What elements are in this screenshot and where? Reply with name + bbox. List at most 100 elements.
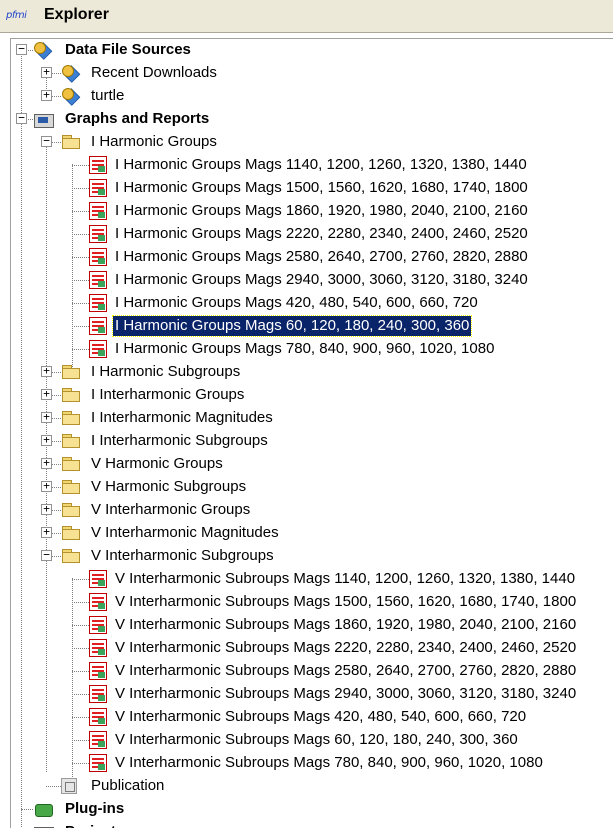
tree-connector-line xyxy=(72,349,89,350)
expand-icon[interactable]: + xyxy=(41,412,52,423)
tree-row[interactable]: Publication xyxy=(11,775,611,798)
tree-row[interactable]: Plug-ins xyxy=(11,798,611,821)
report-item-label[interactable]: V Interharmonic Subroups Mags 2940, 3000… xyxy=(113,684,578,704)
tree-row[interactable]: V Interharmonic Subroups Mags 1500, 1560… xyxy=(11,591,611,614)
data-source-icon xyxy=(33,41,53,59)
tree-row[interactable]: I Harmonic Groups Mags 780, 840, 900, 96… xyxy=(11,338,611,361)
folder-item-label[interactable]: V Harmonic Subgroups xyxy=(89,477,248,497)
tree-row[interactable]: + V Interharmonic Magnitudes xyxy=(11,522,611,545)
tree-row[interactable]: − V Interharmonic Subgroups xyxy=(11,545,611,568)
report-item-label[interactable]: I Harmonic Groups Mags 420, 480, 540, 60… xyxy=(113,293,480,313)
report-item-label[interactable]: V Interharmonic Subroups Mags 2220, 2280… xyxy=(113,638,578,658)
folder-item-label[interactable]: V Interharmonic Magnitudes xyxy=(89,523,281,543)
tree-row[interactable]: V Interharmonic Subroups Mags 420, 480, … xyxy=(11,706,611,729)
tree-row[interactable]: V Interharmonic Subroups Mags 780, 840, … xyxy=(11,752,611,775)
collapse-icon[interactable]: − xyxy=(16,113,27,124)
expand-icon[interactable]: + xyxy=(41,504,52,515)
tree-row[interactable]: I Harmonic Groups Mags 1500, 1560, 1620,… xyxy=(11,177,611,200)
tree-connector-line xyxy=(72,717,89,718)
report-item-label[interactable]: I Harmonic Groups Mags 60, 120, 180, 240… xyxy=(113,316,471,336)
collapse-icon[interactable]: − xyxy=(41,136,52,147)
report-item-label[interactable]: I Harmonic Groups Mags 780, 840, 900, 96… xyxy=(113,339,496,359)
report-item-label[interactable]: V Interharmonic Subroups Mags 780, 840, … xyxy=(113,753,545,773)
expand-icon[interactable]: + xyxy=(41,366,52,377)
tree-connector-line xyxy=(72,648,89,649)
expand-icon[interactable]: + xyxy=(41,67,52,78)
folder-item-label[interactable]: V Harmonic Groups xyxy=(89,454,225,474)
tree-row[interactable]: + I Interharmonic Groups xyxy=(11,384,611,407)
tree-row[interactable]: V Interharmonic Subroups Mags 1140, 1200… xyxy=(11,568,611,591)
tree-connector-line xyxy=(72,625,89,626)
folder-v-interharmonic-subgroups-label[interactable]: V Interharmonic Subgroups xyxy=(89,546,276,566)
folder-item-label[interactable]: I Interharmonic Subgroups xyxy=(89,431,270,451)
tree-row[interactable]: I Harmonic Groups Mags 2580, 2640, 2700,… xyxy=(11,246,611,269)
report-item-label[interactable]: V Interharmonic Subroups Mags 1860, 1920… xyxy=(113,615,578,635)
expand-icon[interactable]: + xyxy=(41,435,52,446)
folder-icon xyxy=(61,363,81,381)
report-item-label[interactable]: I Harmonic Groups Mags 1860, 1920, 1980,… xyxy=(113,201,530,221)
folder-icon xyxy=(61,478,81,496)
report-item-label[interactable]: I Harmonic Groups Mags 2580, 2640, 2700,… xyxy=(113,247,530,267)
tree-row[interactable]: + Recent Downloads xyxy=(11,62,611,85)
report-item-label[interactable]: I Harmonic Groups Mags 2940, 3000, 3060,… xyxy=(113,270,530,290)
tree-row[interactable]: + I Interharmonic Subgroups xyxy=(11,430,611,453)
folder-item-label[interactable]: V Interharmonic Groups xyxy=(89,500,252,520)
report-item-label[interactable]: I Harmonic Groups Mags 1500, 1560, 1620,… xyxy=(113,178,530,198)
folder-item-label[interactable]: I Interharmonic Groups xyxy=(89,385,246,405)
expand-icon[interactable]: + xyxy=(41,90,52,101)
data-file-sources-label[interactable]: Data File Sources xyxy=(63,40,193,60)
tree-row[interactable]: V Interharmonic Subroups Mags 2220, 2280… xyxy=(11,637,611,660)
tree-connector-line xyxy=(72,211,89,212)
folder-i-harmonic-groups-label[interactable]: I Harmonic Groups xyxy=(89,132,219,152)
expand-icon[interactable]: + xyxy=(41,458,52,469)
tree-connector-line xyxy=(72,671,89,672)
report-item-label[interactable]: V Interharmonic Subroups Mags 1140, 1200… xyxy=(113,569,577,589)
report-item-label[interactable]: V Interharmonic Subroups Mags 420, 480, … xyxy=(113,707,528,727)
report-icon xyxy=(89,179,107,197)
tree-row[interactable]: I Harmonic Groups Mags 60, 120, 180, 240… xyxy=(11,315,611,338)
tree-row[interactable]: + V Harmonic Subgroups xyxy=(11,476,611,499)
tree-row[interactable]: − Graphs and Reports xyxy=(11,108,611,131)
tree-row[interactable]: V Interharmonic Subroups Mags 2940, 3000… xyxy=(11,683,611,706)
tree-row[interactable]: − I Harmonic Groups xyxy=(11,131,611,154)
expand-icon[interactable]: + xyxy=(41,481,52,492)
data-source-icon xyxy=(61,87,81,105)
report-icon xyxy=(89,317,107,335)
graphs-and-reports-label[interactable]: Graphs and Reports xyxy=(63,109,211,129)
report-item-label[interactable]: V Interharmonic Subroups Mags 60, 120, 1… xyxy=(113,730,520,750)
tree-row[interactable]: V Interharmonic Subroups Mags 1860, 1920… xyxy=(11,614,611,637)
plugins-node-label[interactable]: Plug-ins xyxy=(63,799,126,819)
publication-item-label[interactable]: Publication xyxy=(89,776,166,796)
tree-row[interactable]: I Harmonic Groups Mags 420, 480, 540, 60… xyxy=(11,292,611,315)
tree-row[interactable]: I Harmonic Groups Mags 2940, 3000, 3060,… xyxy=(11,269,611,292)
collapse-icon[interactable]: − xyxy=(41,550,52,561)
report-item-label[interactable]: V Interharmonic Subroups Mags 2580, 2640… xyxy=(113,661,578,681)
tree-row[interactable]: − Data File Sources xyxy=(11,39,611,62)
tree-row[interactable]: I Harmonic Groups Mags 2220, 2280, 2340,… xyxy=(11,223,611,246)
explorer-tree[interactable]: − Data File Sources + Recent Downloads + turt… xyxy=(10,38,613,828)
projects-node-label[interactable]: Projects xyxy=(63,822,126,828)
tree-row[interactable]: + turtle xyxy=(11,85,611,108)
folder-item-label[interactable]: I Harmonic Subgroups xyxy=(89,362,242,382)
tree-row[interactable]: I Harmonic Groups Mags 1140, 1200, 1260,… xyxy=(11,154,611,177)
expand-icon[interactable]: + xyxy=(41,527,52,538)
tree-row[interactable]: V Interharmonic Subroups Mags 2580, 2640… xyxy=(11,660,611,683)
folder-item-label[interactable]: I Interharmonic Magnitudes xyxy=(89,408,275,428)
report-item-label[interactable]: V Interharmonic Subroups Mags 1500, 1560… xyxy=(113,592,578,612)
report-icon xyxy=(89,570,107,588)
data-source-item-label[interactable]: Recent Downloads xyxy=(89,63,219,83)
report-item-label[interactable]: I Harmonic Groups Mags 1140, 1200, 1260,… xyxy=(113,155,529,175)
data-source-item-label[interactable]: turtle xyxy=(89,86,126,106)
report-icon xyxy=(89,248,107,266)
tree-row[interactable]: + V Interharmonic Groups xyxy=(11,499,611,522)
collapse-icon[interactable]: − xyxy=(16,44,27,55)
tree-row[interactable]: + I Harmonic Subgroups xyxy=(11,361,611,384)
tree-row[interactable]: Projects xyxy=(11,821,611,828)
report-icon xyxy=(89,593,107,611)
tree-row[interactable]: + I Interharmonic Magnitudes xyxy=(11,407,611,430)
report-item-label[interactable]: I Harmonic Groups Mags 2220, 2280, 2340,… xyxy=(113,224,530,244)
tree-row[interactable]: V Interharmonic Subroups Mags 60, 120, 1… xyxy=(11,729,611,752)
tree-row[interactable]: I Harmonic Groups Mags 1860, 1920, 1980,… xyxy=(11,200,611,223)
expand-icon[interactable]: + xyxy=(41,389,52,400)
tree-row[interactable]: + V Harmonic Groups xyxy=(11,453,611,476)
